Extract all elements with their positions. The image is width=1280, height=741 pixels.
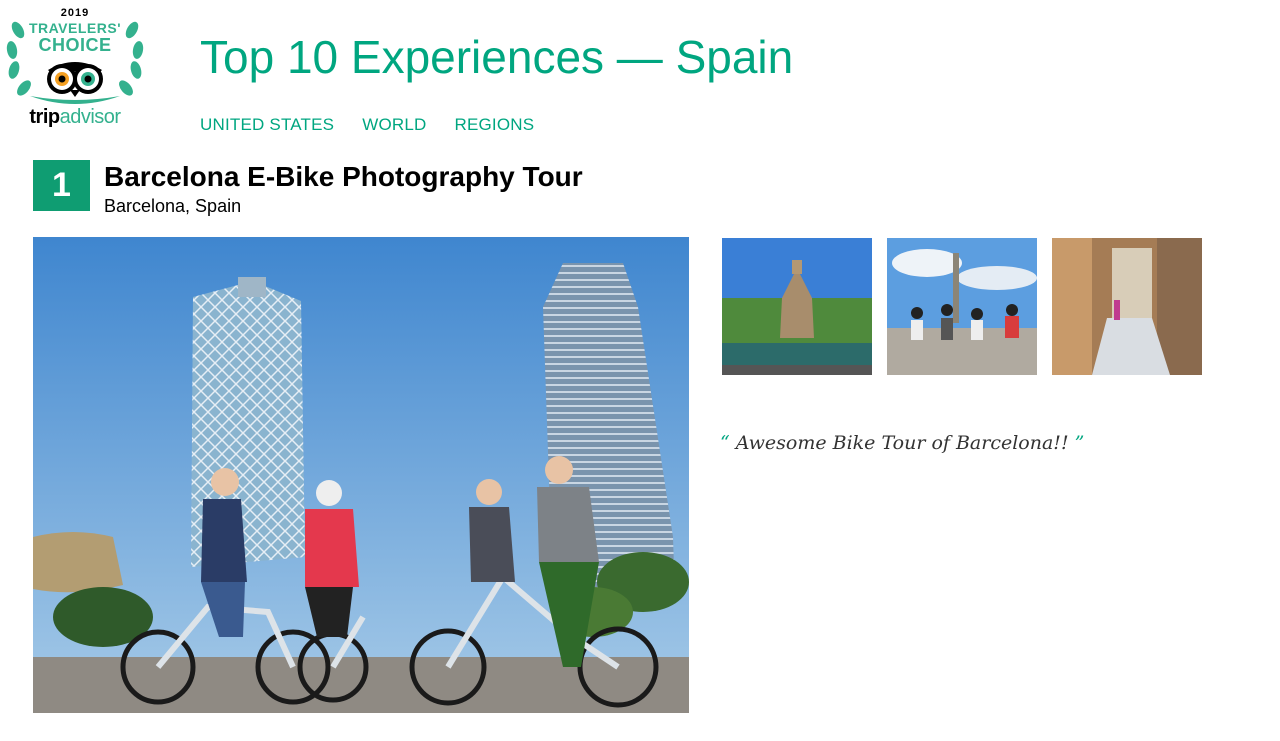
thumbnail-3[interactable] [1052, 238, 1202, 375]
award-line-1: TRAVELERS' [28, 20, 122, 36]
cyclists-photo-image [33, 237, 689, 713]
thumbnail-1[interactable] [722, 238, 872, 375]
region-nav: UNITED STATES WORLD REGIONS [200, 115, 534, 135]
award-line-2: CHOICE [38, 35, 112, 55]
thumbnail-2[interactable] [887, 238, 1037, 375]
brand-part-2: advisor [59, 106, 121, 128]
page-title: Top 10 Experiences — Spain [200, 31, 794, 83]
review-quote: “ Awesome Bike Tour of Barcelona!! ” [720, 432, 1084, 454]
brand-wordmark: tripadvisor [4, 106, 146, 129]
brand-part-1: trip [29, 106, 60, 128]
experience-title[interactable]: Barcelona E-Bike Photography Tour [104, 161, 583, 193]
quote-close-mark: ” [1074, 432, 1085, 454]
award-year: 2019 [60, 7, 90, 19]
travelers-choice-logo: 2019 TRAVELERS' CHOICE tripadvisor [4, 0, 146, 132]
nav-link-regions[interactable]: REGIONS [454, 115, 534, 135]
rank-badge: 1 [33, 160, 90, 211]
experience-location: Barcelona, Spain [104, 196, 242, 216]
quote-text: Awesome Bike Tour of Barcelona!! [735, 432, 1069, 454]
old-town-alley-image [1052, 238, 1202, 375]
nav-link-united-states[interactable]: UNITED STATES [200, 115, 334, 135]
cyclists-monument-image [887, 238, 1037, 375]
park-fountain-image [722, 238, 872, 375]
nav-link-world[interactable]: WORLD [362, 115, 426, 135]
main-photo[interactable] [33, 237, 689, 713]
owl-icon [47, 62, 103, 97]
quote-open-mark: “ [720, 432, 730, 454]
